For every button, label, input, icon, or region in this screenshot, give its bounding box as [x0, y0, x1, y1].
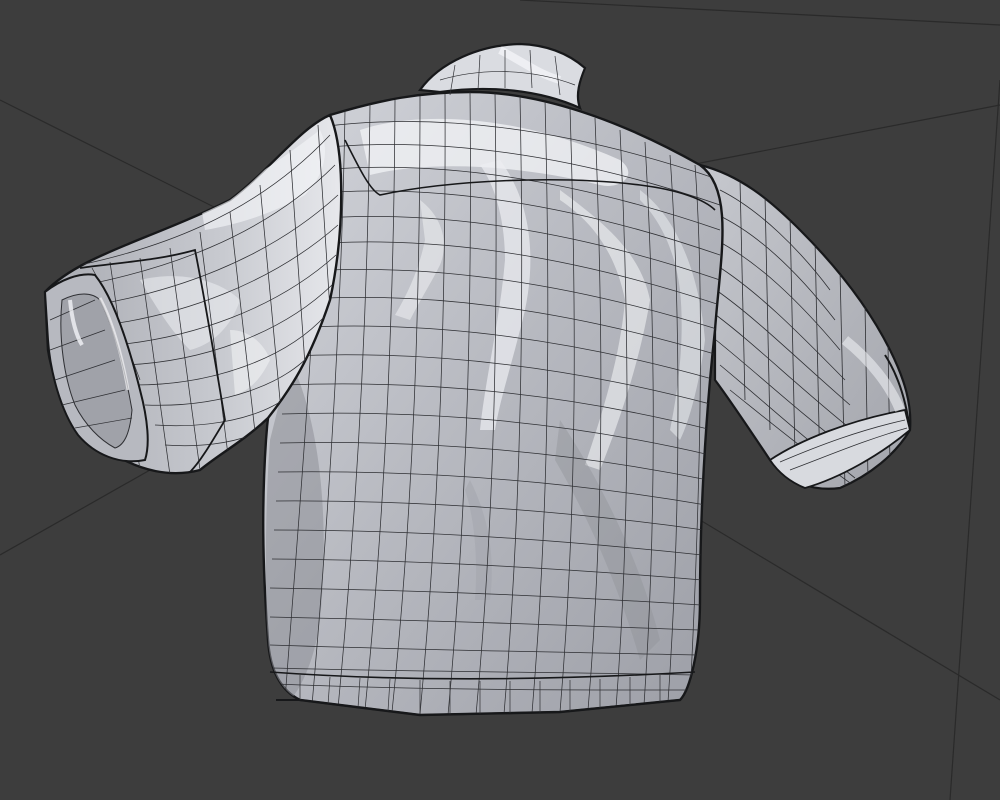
shirt-mesh-icon[interactable] [43, 42, 912, 717]
viewport-scene[interactable] [0, 0, 1000, 800]
3d-viewport[interactable] [0, 0, 1000, 800]
right-sleeve[interactable] [698, 163, 912, 490]
